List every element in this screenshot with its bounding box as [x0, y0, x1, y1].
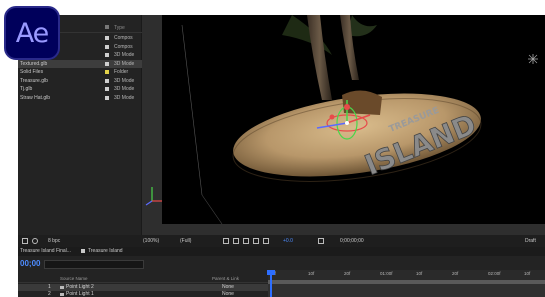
- channel-icon[interactable]: [263, 238, 269, 244]
- label-color-swatch[interactable]: [105, 70, 109, 74]
- ruler-tick-label: 02:00f: [488, 271, 501, 276]
- current-time[interactable]: 00;00: [20, 259, 40, 268]
- layer-search-input[interactable]: [44, 260, 144, 269]
- light-layer-icon: [60, 286, 64, 289]
- layer-tracks[interactable]: [268, 284, 545, 297]
- layer-number: 2: [48, 291, 51, 297]
- after-effects-logo: Ae: [4, 6, 60, 60]
- ruler-tick-label: 20f: [452, 271, 459, 276]
- ruler-tick-label: 10f: [524, 271, 531, 276]
- guides-icon[interactable]: [253, 238, 259, 244]
- layer-name: Point Light 2: [66, 284, 94, 290]
- project-item-type: 3D Mode: [114, 94, 135, 101]
- project-item-type: Compos: [114, 35, 133, 41]
- label-color-swatch[interactable]: [105, 36, 109, 40]
- source-name-header: Source Name: [60, 276, 88, 281]
- layer-row[interactable]: 1 Point Light 2 None: [18, 284, 268, 291]
- exposure-value[interactable]: +0.0: [283, 238, 293, 244]
- composition-canvas[interactable]: ISLAND TREASURE: [162, 15, 545, 224]
- project-item[interactable]: Tj.glb 3D Mode: [18, 85, 142, 93]
- label-color-swatch[interactable]: [105, 95, 109, 100]
- label-color-swatch[interactable]: [105, 78, 109, 83]
- palm-frond: [282, 15, 332, 55]
- project-item-type: 3D Mode: [114, 86, 135, 92]
- mask-visibility-icon[interactable]: [243, 238, 249, 244]
- label-color-swatch[interactable]: [105, 61, 109, 66]
- ruler-tick-label: 10f: [416, 271, 423, 276]
- palm-trunk: [307, 15, 332, 100]
- project-item-name: Treasure.glb: [20, 77, 48, 84]
- current-time-indicator-head[interactable]: [267, 270, 275, 275]
- type-column-header: Type: [114, 25, 125, 31]
- project-item-type: 3D Mode: [114, 60, 135, 67]
- after-effects-workspace: Type Compos Compos 3D Mode Textured.glb 3D M…: [18, 15, 545, 297]
- point-light-icon[interactable]: [528, 54, 538, 64]
- treasure-chest: [342, 90, 382, 115]
- light-layer-icon: [60, 293, 64, 296]
- layer-column-header: Source Name Parent & Link: [18, 275, 268, 283]
- layer-row[interactable]: 2 Point Light 1 None: [18, 291, 268, 297]
- label-color-swatch[interactable]: [105, 87, 109, 91]
- layer-parent[interactable]: None: [222, 284, 234, 291]
- project-item-type: Compos: [114, 43, 133, 50]
- project-item[interactable]: Textured.glb 3D Mode: [18, 59, 142, 68]
- tab-composition[interactable]: Treasure Island Final...: [20, 247, 71, 256]
- project-item-type: 3D Mode: [114, 77, 135, 84]
- parent-link-header: Parent & Link: [212, 276, 240, 281]
- bounding-line: [181, 24, 203, 196]
- project-item-name: Straw Hat.glb: [20, 94, 51, 101]
- camera-icon[interactable]: [318, 238, 324, 244]
- island-3d-scene: ISLAND TREASURE: [181, 15, 538, 224]
- timeline-tabs: Treasure Island Final... Treasure Island: [18, 247, 545, 256]
- ruler-tick-label: 20f: [344, 271, 351, 276]
- project-item-name: Tj.glb: [20, 86, 33, 92]
- bit-depth[interactable]: 8 bpc: [48, 238, 60, 244]
- label-color-swatch[interactable]: [105, 53, 109, 57]
- layer-parent[interactable]: None: [222, 291, 234, 297]
- viewer-timecode[interactable]: 0;00;00;00: [340, 238, 364, 244]
- gizmo-knob[interactable]: [329, 114, 335, 120]
- project-item[interactable]: Solid Files Folder: [18, 68, 142, 76]
- project-item-name: Solid Files: [20, 69, 44, 75]
- transparency-grid-icon[interactable]: [233, 238, 239, 244]
- project-item-type: 3D Mode: [114, 52, 135, 58]
- project-item[interactable]: Treasure.glb 3D Mode: [18, 77, 142, 85]
- tab-treasure-island[interactable]: Treasure Island: [88, 247, 123, 256]
- time-ruler[interactable]: 0f10f20f01:00f10f20f02:00f10f: [268, 270, 545, 280]
- gizmo-center[interactable]: [345, 121, 349, 125]
- logo-text: Ae: [15, 17, 50, 49]
- layer-name: Point Light 1: [66, 291, 94, 297]
- snapshot-icon[interactable]: [22, 238, 28, 244]
- project-item-type: Folder: [114, 69, 129, 75]
- wireframe-icon[interactable]: [32, 238, 38, 244]
- label-color-swatch[interactable]: [105, 44, 109, 49]
- region-of-interest-icon[interactable]: [223, 238, 229, 244]
- label-tag-icon: [105, 25, 109, 29]
- resolution-select[interactable]: (Full): [180, 238, 191, 244]
- project-item[interactable]: Straw Hat.glb 3D Mode: [18, 94, 142, 102]
- gizmo-knob[interactable]: [344, 104, 350, 110]
- axis-indicator-icon: [145, 187, 162, 206]
- project-item-name: Textured.glb: [20, 60, 48, 67]
- ruler-tick-label: 10f: [308, 271, 315, 276]
- ruler-tick-label: 01:00f: [380, 271, 393, 276]
- timeline-panel: Treasure Island Final... Treasure Island…: [18, 247, 545, 297]
- zoom-select[interactable]: (100%): [143, 238, 159, 244]
- bounding-line: [201, 194, 223, 224]
- app-window: Ae Type Compos Compos 3D Mode Textured.glb 3…: [0, 0, 545, 297]
- composition-viewer[interactable]: ISLAND TREASURE: [142, 15, 545, 235]
- draft-3d-toggle[interactable]: Draft: [525, 238, 536, 244]
- comp-icon: [81, 249, 85, 253]
- layer-number: 1: [48, 284, 51, 290]
- viewer-toolbar: 8 bpc (100%) (Full) +0.0 0;00;00;00 Draf…: [18, 235, 545, 247]
